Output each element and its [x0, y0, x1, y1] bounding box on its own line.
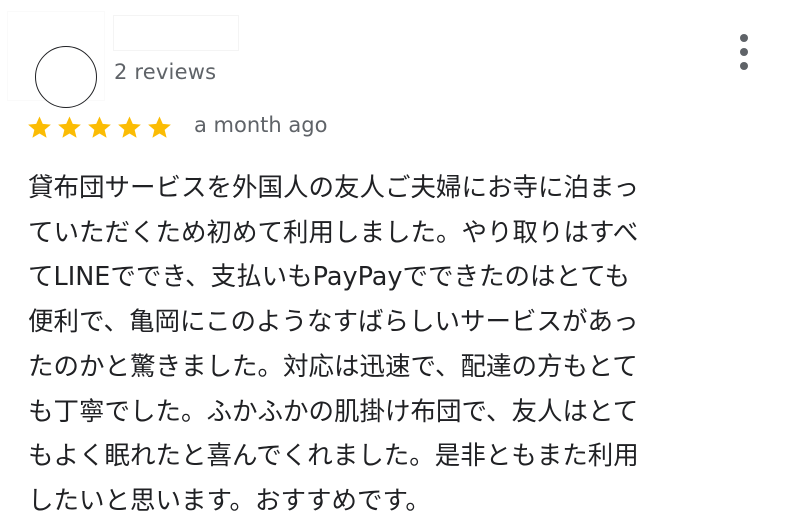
review-text-line: したいと思います。おすすめです。 [28, 485, 431, 516]
review-text-line: てLINEででき、支払いもPayPayでできたのはとても [28, 262, 630, 293]
more-vertical-icon-dot [740, 48, 748, 56]
review-text-line: 貸布団サービスを外国人の友人ご夫婦にお寺に泊まっ [28, 173, 639, 203]
review-date: a month ago [194, 113, 328, 137]
star-icon [88, 116, 111, 138]
more-options-button[interactable] [728, 30, 760, 74]
review-text-line: 便利で、亀岡にこのようなすばらしいサービスがあっ [28, 307, 639, 338]
review-text: 貸布団サービスを外国人の友人ご夫婦にお寺に泊まっ ていただくため初めて利用しました… [28, 166, 773, 524]
more-vertical-icon [740, 34, 748, 42]
avatar[interactable] [35, 46, 97, 108]
review-text-line: も丁寧でした。ふかふかの肌掛け布団で、友人はとて [28, 396, 639, 427]
review-text-line: もよく眠れたと喜んでくれました。是非ともまた利用 [28, 441, 639, 472]
review-text-line: たのかと驚きました。対応は迅速で、配達の方もとて [28, 351, 638, 382]
star-icon [118, 116, 141, 138]
star-icon [28, 116, 51, 138]
avatar-container[interactable] [8, 12, 104, 108]
star-icon [148, 116, 171, 138]
more-vertical-icon-dot [740, 62, 748, 70]
review-text-line: ていただくため初めて利用しました。やり取りはすべ [28, 217, 639, 248]
reviewer-name-redacted[interactable] [114, 16, 238, 50]
star-icon [58, 116, 81, 138]
star-rating [26, 114, 173, 141]
review-card: 2 reviews a month ago 貸布団サービスを外国人の友人ご夫婦に… [0, 0, 797, 527]
reviewer-reviews-count[interactable]: 2 reviews [114, 60, 216, 84]
